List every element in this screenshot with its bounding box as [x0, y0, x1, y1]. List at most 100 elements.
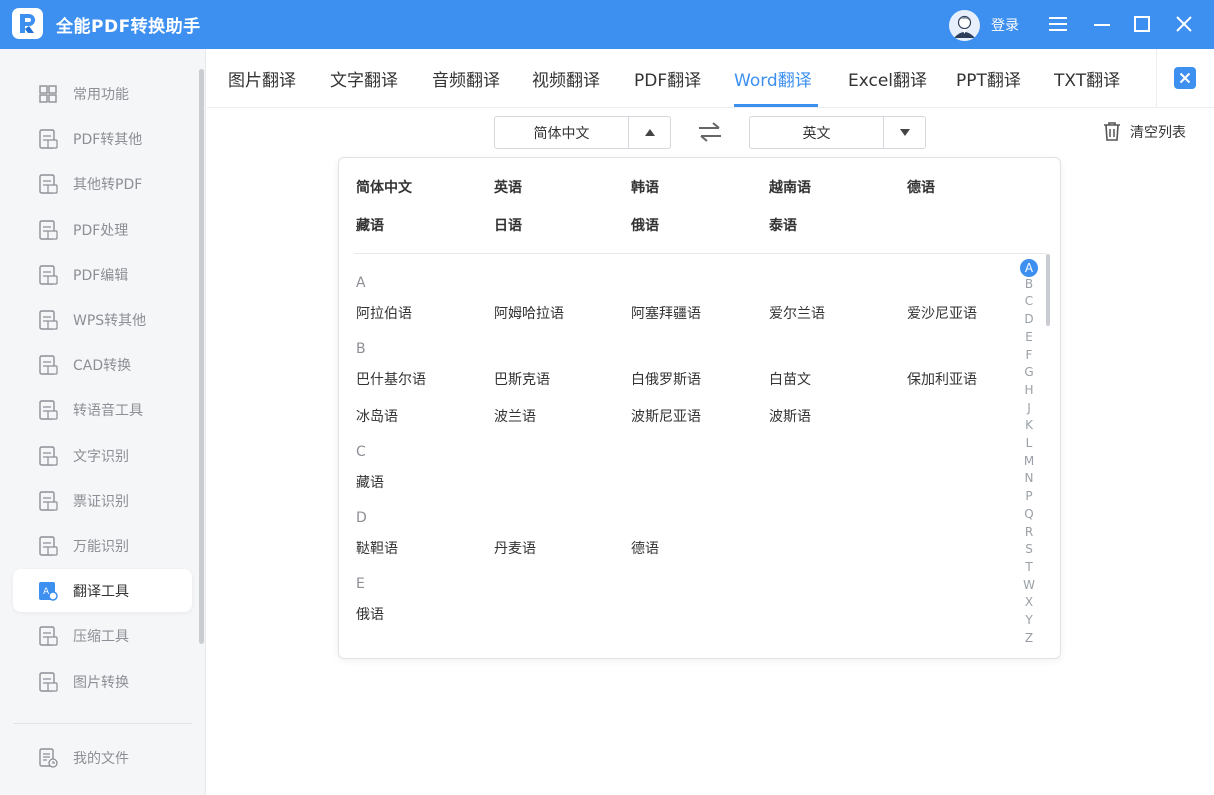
alphabet-index-s[interactable]: S [1021, 542, 1037, 556]
language-option[interactable]: 巴什基尔语 [356, 369, 426, 389]
cad-icon [39, 355, 58, 375]
hot-language-option[interactable]: 泰语 [769, 215, 797, 235]
sidebar-item-13[interactable]: 压缩工具 [13, 614, 192, 657]
language-option[interactable]: 德语 [631, 538, 659, 558]
login-link[interactable]: 登录 [991, 15, 1019, 35]
language-option[interactable]: 阿塞拜疆语 [631, 303, 701, 323]
sidebar-item-12[interactable]: A 翻译工具 [13, 569, 192, 613]
wps-icon [39, 310, 58, 330]
alphabet-index-m[interactable]: M [1021, 454, 1037, 468]
alphabet-index-c[interactable]: C [1021, 294, 1037, 308]
sidebar-item-my-files[interactable]: 我的文件 [13, 736, 192, 779]
sidebar-item-label: 翻译工具 [73, 584, 129, 601]
language-option[interactable]: 俄语 [356, 604, 384, 624]
hot-language-option[interactable]: 俄语 [631, 215, 659, 235]
alphabet-index-j[interactable]: J [1021, 401, 1037, 415]
maximize-icon[interactable] [1128, 10, 1156, 38]
alphabet-index-k[interactable]: K [1021, 418, 1037, 432]
language-option[interactable]: 巴斯克语 [494, 369, 550, 389]
translation-tabs: 图片翻译 文字翻译 音频翻译 视频翻译 PDF翻译 Word翻译 Excel翻译 PPT翻译 T… [207, 49, 1214, 108]
alphabet-index-a[interactable]: A [1020, 259, 1038, 277]
hot-language-option[interactable]: 藏语 [356, 215, 384, 235]
alphabet-index-w[interactable]: W [1021, 578, 1037, 592]
language-option[interactable]: 阿姆哈拉语 [494, 303, 564, 323]
swap-languages-icon[interactable] [697, 120, 723, 144]
sidebar-item-1[interactable]: 常用功能 [13, 72, 192, 115]
menu-icon[interactable] [1044, 10, 1072, 38]
alphabet-index-e[interactable]: E [1021, 330, 1037, 344]
sidebar-item-11[interactable]: 万能识别 [13, 524, 192, 567]
language-option[interactable]: 白俄罗斯语 [631, 369, 701, 389]
sidebar-item-10[interactable]: 票证识别 [13, 479, 192, 522]
hot-language-option[interactable]: 德语 [907, 177, 935, 197]
chevron-down-icon[interactable] [883, 117, 925, 148]
tab-3[interactable]: 音频翻译 [432, 66, 500, 91]
chevron-up-icon[interactable] [628, 117, 670, 148]
sidebar-item-9[interactable]: 文字识别 [13, 434, 192, 477]
pdf-export-icon [39, 129, 58, 149]
user-avatar[interactable] [949, 10, 980, 41]
alphabet-index-x[interactable]: X [1021, 595, 1037, 609]
sidebar-item-5[interactable]: PDF编辑 [13, 253, 192, 296]
alphabet-index-l[interactable]: L [1021, 436, 1037, 450]
language-option[interactable]: 白苗文 [769, 369, 811, 389]
sidebar-item-7[interactable]: CAD转换 [13, 343, 192, 386]
tab-6[interactable]: Word翻译 [734, 66, 812, 91]
tab-5[interactable]: PDF翻译 [634, 66, 701, 91]
alphabet-index-b[interactable]: B [1021, 277, 1037, 291]
sidebar-item-6[interactable]: WPS转其他 [13, 298, 192, 341]
ticket-scan-icon [39, 491, 58, 511]
language-option[interactable]: 藏语 [356, 472, 384, 492]
panel-divider [354, 253, 1046, 254]
alphabet-index-h[interactable]: H [1021, 383, 1037, 397]
language-option[interactable]: 阿拉伯语 [356, 303, 412, 323]
tab-1[interactable]: 图片翻译 [228, 66, 296, 91]
tab-4[interactable]: 视频翻译 [532, 66, 600, 91]
alphabet-index-z[interactable]: Z [1021, 631, 1037, 645]
minimize-icon[interactable] [1088, 10, 1116, 38]
sidebar-item-label: 文字识别 [73, 448, 129, 465]
language-option[interactable]: 鞑靼语 [356, 538, 398, 558]
tab-7[interactable]: Excel翻译 [848, 66, 927, 91]
sidebar-item-14[interactable]: 图片转换 [13, 660, 192, 703]
panel-scrollbar[interactable] [1046, 254, 1050, 326]
close-window-icon[interactable] [1170, 10, 1198, 38]
image-convert-icon [39, 671, 58, 692]
tab-2[interactable]: 文字翻译 [330, 66, 398, 91]
language-option[interactable]: 爱沙尼亚语 [907, 303, 977, 323]
alphabet-index-r[interactable]: R [1021, 525, 1037, 539]
tab-8[interactable]: PPT翻译 [956, 66, 1021, 91]
language-option[interactable]: 保加利亚语 [907, 369, 977, 389]
alphabet-index-q[interactable]: Q [1021, 507, 1037, 521]
alphabet-index-y[interactable]: Y [1021, 613, 1037, 627]
alphabet-index-g[interactable]: G [1021, 365, 1037, 379]
language-option[interactable]: 爱尔兰语 [769, 303, 825, 323]
language-option[interactable]: 波兰语 [494, 406, 536, 426]
language-option[interactable]: 冰岛语 [356, 406, 398, 426]
hot-language-option[interactable]: 越南语 [769, 177, 811, 197]
language-option[interactable]: 波斯尼亚语 [631, 406, 701, 426]
sidebar-scrollbar[interactable] [199, 69, 204, 644]
alphabet-index-t[interactable]: T [1021, 560, 1037, 574]
hot-language-option[interactable]: 英语 [494, 177, 522, 197]
source-language-select[interactable]: 简体中文 [494, 116, 671, 149]
sidebar-item-4[interactable]: PDF处理 [13, 208, 192, 251]
hot-language-option[interactable]: 韩语 [631, 177, 659, 197]
language-option[interactable]: 丹麦语 [494, 538, 536, 558]
alphabet-index-n[interactable]: N [1021, 471, 1037, 485]
alphabet-index-d[interactable]: D [1021, 312, 1037, 326]
close-panel-button[interactable] [1174, 67, 1196, 89]
group-letter-heading: B [356, 341, 366, 357]
hot-language-option[interactable]: 日语 [494, 215, 522, 235]
sidebar-item-3[interactable]: 其他转PDF [13, 162, 192, 205]
tab-9[interactable]: TXT翻译 [1054, 66, 1120, 91]
alphabet-index-f[interactable]: F [1021, 348, 1037, 362]
clear-list-button[interactable]: 清空列表 [1102, 121, 1186, 142]
target-language-select[interactable]: 英文 [749, 116, 926, 149]
hot-language-option[interactable]: 简体中文 [356, 177, 412, 197]
language-option[interactable]: 波斯语 [769, 406, 811, 426]
sidebar: 常用功能 PDF转其他 其他转PDF PDF处理 PDF编辑 WPS转其他 CAD转换 转语音… [0, 49, 206, 795]
sidebar-item-8[interactable]: 转语音工具 [13, 388, 192, 431]
sidebar-item-2[interactable]: PDF转其他 [13, 117, 192, 160]
alphabet-index-p[interactable]: P [1021, 489, 1037, 503]
